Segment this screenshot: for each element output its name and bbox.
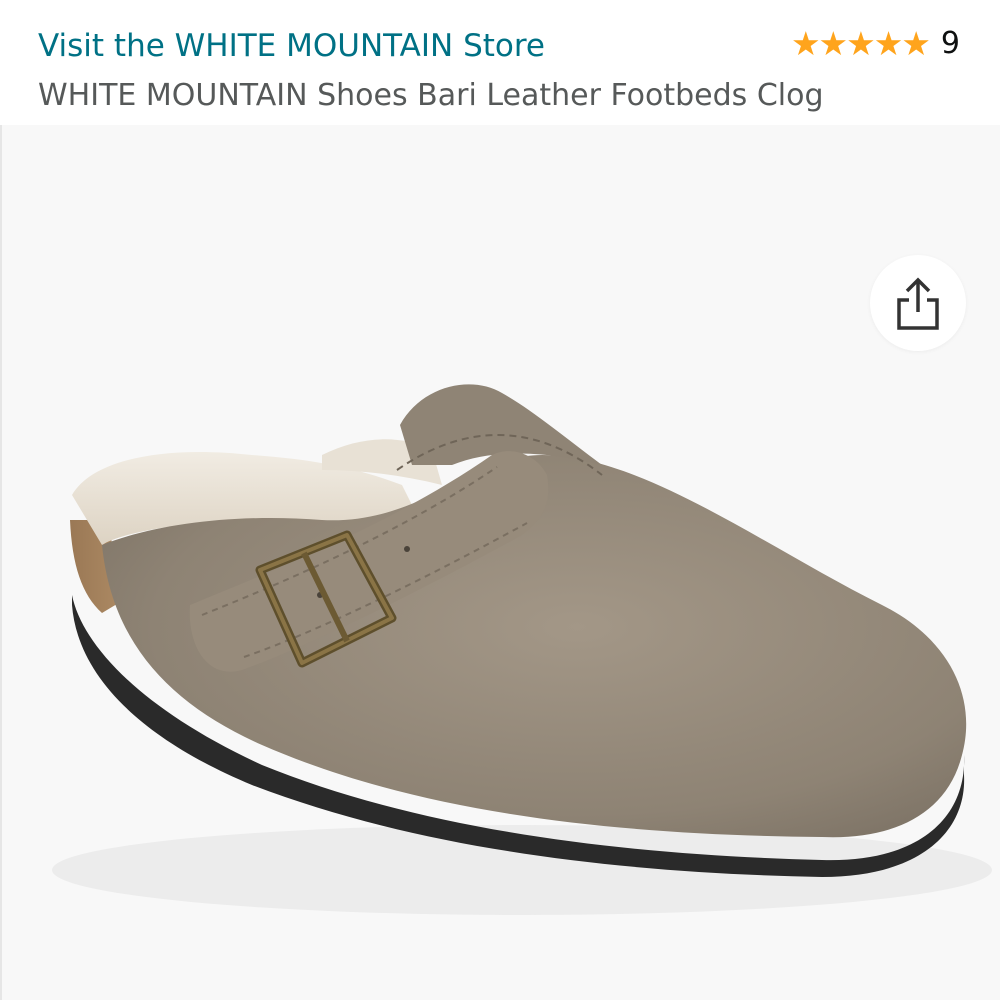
product-header: Visit the WHITE MOUNTAIN Store ★ ★ ★ ★ ★ 9 W…: [0, 0, 1000, 125]
rating-count[interactable]: 9: [941, 26, 960, 61]
star-icon: ★: [818, 24, 849, 63]
share-icon: [897, 277, 939, 330]
star-rating: ★ ★ ★ ★ ★: [790, 24, 931, 63]
product-title: WHITE MOUNTAIN Shoes Bari Leather Footbe…: [38, 78, 824, 113]
product-image-area[interactable]: [0, 125, 1000, 1000]
rating-summary[interactable]: ★ ★ ★ ★ ★ 9: [791, 26, 960, 61]
product-image[interactable]: [2, 125, 1000, 1000]
star-icon: ★: [846, 24, 876, 63]
star-icon: ★: [790, 24, 821, 63]
share-button[interactable]: [870, 255, 966, 351]
star-icon: ★: [901, 24, 931, 63]
store-link[interactable]: Visit the WHITE MOUNTAIN Store: [38, 28, 545, 64]
star-icon: ★: [873, 24, 904, 63]
